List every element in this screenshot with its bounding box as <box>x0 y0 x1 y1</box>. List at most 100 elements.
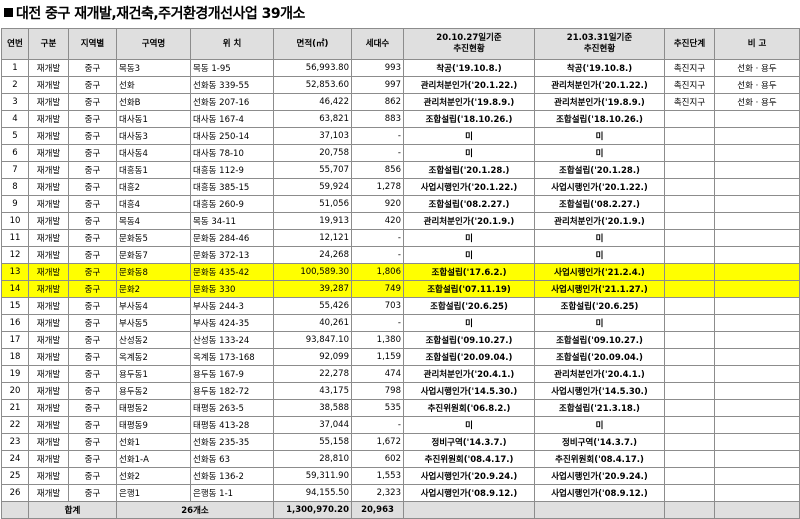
cell-note <box>714 365 800 383</box>
cell-zone: 용두동2 <box>116 382 191 400</box>
header-no: 연번 <box>1 28 29 60</box>
cell-no: 12 <box>1 246 29 264</box>
cell-type: 재개발 <box>28 212 69 230</box>
cell-type: 재개발 <box>28 76 69 94</box>
cell-stage <box>664 314 715 332</box>
cell-location: 문화동 435-42 <box>190 263 274 281</box>
page-title-text: 대전 중구 재개발,재건축,주거환경개선사업 39개소 <box>16 6 305 22</box>
cell-status-2010: 조합설립('07.11.19) <box>403 280 535 298</box>
cell-zone: 부사동5 <box>116 314 191 332</box>
cell-households: 1,278 <box>351 178 404 196</box>
table-row: 25 재개발 중구 선화2 선화동 136-2 59,311.90 1,553 사업시행인가(… <box>1 467 800 485</box>
cell-region: 중구 <box>68 467 117 485</box>
cell-status-2103: 조합설립('20.6.25) <box>534 297 665 315</box>
cell-status-2010: 조합설립('17.6.2.) <box>403 263 535 281</box>
cell-status-2103: 조합설립('18.10.26.) <box>534 110 665 128</box>
cell-stage <box>664 144 715 162</box>
cell-location: 태평동 263-5 <box>190 399 274 417</box>
cell-no: 21 <box>1 399 29 417</box>
cell-stage <box>664 348 715 366</box>
cell-area: 93,847.10 <box>273 331 352 349</box>
total-label: 합계 <box>28 501 117 519</box>
cell-status-2010: 미 <box>403 246 535 264</box>
cell-status-2010: 관리처분인가('20.4.1.) <box>403 365 535 383</box>
cell-area: 100,589.30 <box>273 263 352 281</box>
cell-zone: 대흥4 <box>116 195 191 213</box>
table-row: 6 재개발 중구 대사동4 대사동 78-10 20,758- 미 미 <box>1 144 800 162</box>
cell-stage <box>664 416 715 434</box>
header-status-2103: 21.03.31일기준 추진현황 <box>534 28 665 60</box>
cell-stage <box>664 178 715 196</box>
cell-households: 749 <box>351 280 404 298</box>
cell-note: 선화 · 용두 <box>714 59 800 77</box>
cell-region: 중구 <box>68 450 117 468</box>
table-row: 5 재개발 중구 대사동3 대사동 250-14 37,103- 미 미 <box>1 127 800 145</box>
cell-type: 재개발 <box>28 365 69 383</box>
cell-no: 24 <box>1 450 29 468</box>
cell-zone: 대사동1 <box>116 110 191 128</box>
cell-status-2103: 추진위원회('08.4.17.) <box>534 450 665 468</box>
table-row: 15 재개발 중구 부사동4 부사동 244-3 55,426 703 조합설립('20.6.… <box>1 297 800 315</box>
cell-households: 474 <box>351 365 404 383</box>
cell-no: 18 <box>1 348 29 366</box>
cell-zone: 옥계동2 <box>116 348 191 366</box>
cell-area: 40,261 <box>273 314 352 332</box>
cell-status-2103: 미 <box>534 246 665 264</box>
cell-status-2010: 관리처분인가('20.1.22.) <box>403 76 535 94</box>
cell-note <box>714 263 800 281</box>
cell-stage <box>664 484 715 502</box>
cell-no: 10 <box>1 212 29 230</box>
cell-status-2103: 미 <box>534 229 665 247</box>
cell-area: 59,924 <box>273 178 352 196</box>
cell-region: 중구 <box>68 365 117 383</box>
cell-note: 선화 · 용두 <box>714 76 800 94</box>
table-row: 21 재개발 중구 태평동2 태평동 263-5 38,588 535 추진위원회('06.8… <box>1 399 800 417</box>
cell-location: 선화동 235-35 <box>190 433 274 451</box>
cell-stage <box>664 382 715 400</box>
cell-status-2103: 사업시행인가('21.2.4.) <box>534 263 665 281</box>
cell-status-2103: 착공('19.10.8.) <box>534 59 665 77</box>
cell-status-2010: 사업시행인가('14.5.30.) <box>403 382 535 400</box>
cell-zone: 태평동2 <box>116 399 191 417</box>
cell-households: - <box>351 246 404 264</box>
cell-area: 19,913 <box>273 212 352 230</box>
cell-status-2010: 조합설립('18.10.26.) <box>403 110 535 128</box>
cell-type: 재개발 <box>28 484 69 502</box>
cell-households: - <box>351 144 404 162</box>
cell-no: 3 <box>1 93 29 111</box>
cell-area: 63,821 <box>273 110 352 128</box>
cell-stage: 촉진지구 <box>664 76 715 94</box>
cell-type: 재개발 <box>28 246 69 264</box>
cell-no: 11 <box>1 229 29 247</box>
cell-stage <box>664 229 715 247</box>
table-row: 26 재개발 중구 은행1 은행동 1-1 94,155.50 2,323 사업시행인가('0… <box>1 484 800 502</box>
cell-no: 1 <box>1 59 29 77</box>
cell-households: 1,159 <box>351 348 404 366</box>
cell-type: 재개발 <box>28 59 69 77</box>
header-households: 세대수 <box>351 28 404 60</box>
cell-area: 12,121 <box>273 229 352 247</box>
cell-stage <box>664 365 715 383</box>
cell-no: 8 <box>1 178 29 196</box>
cell-households: 1,672 <box>351 433 404 451</box>
cell-note <box>714 144 800 162</box>
cell-households: 798 <box>351 382 404 400</box>
square-bullet-icon <box>4 8 13 17</box>
cell-region: 중구 <box>68 348 117 366</box>
cell-region: 중구 <box>68 127 117 145</box>
cell-stage <box>664 280 715 298</box>
cell-households: - <box>351 416 404 434</box>
cell-zone: 문화동8 <box>116 263 191 281</box>
cell-stage <box>664 297 715 315</box>
cell-type: 재개발 <box>28 280 69 298</box>
total-cell-blank <box>403 501 535 519</box>
cell-location: 선화동 136-2 <box>190 467 274 485</box>
cell-stage <box>664 246 715 264</box>
cell-status-2103: 관리처분인가('19.8.9.) <box>534 93 665 111</box>
cell-no: 17 <box>1 331 29 349</box>
cell-households: 703 <box>351 297 404 315</box>
cell-zone: 산성동2 <box>116 331 191 349</box>
cell-no: 23 <box>1 433 29 451</box>
table-row: 10 재개발 중구 목동4 목동 34-11 19,913 420 관리처분인가('20.1.… <box>1 212 800 230</box>
table-row: 24 재개발 중구 선화1-A 선화동 63 28,810 602 추진위원회('08.4.1… <box>1 450 800 468</box>
